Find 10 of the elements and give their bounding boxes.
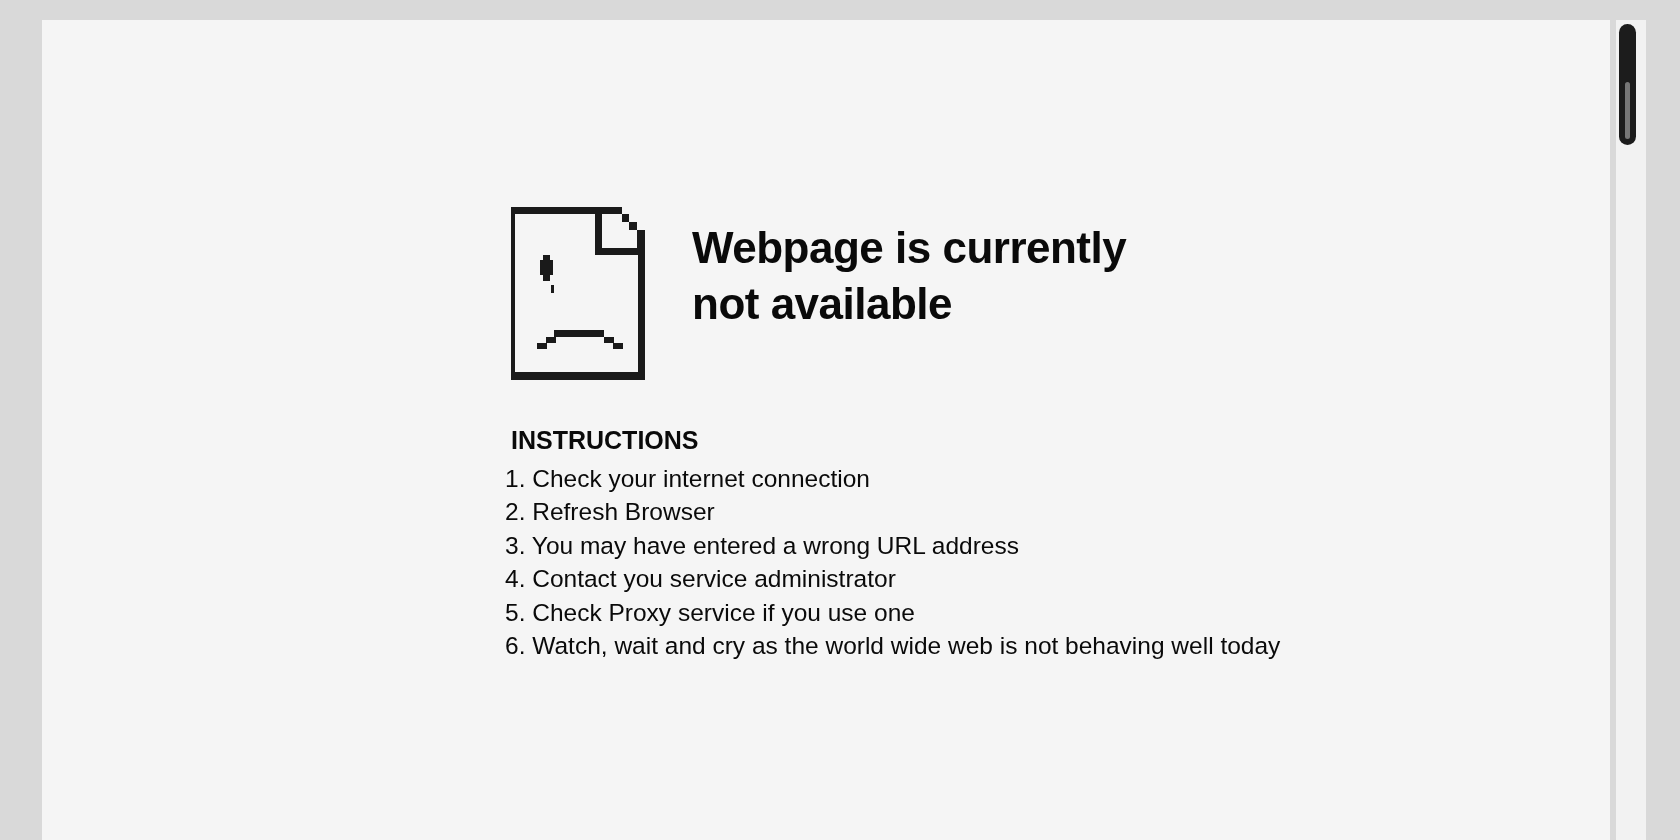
instructions-heading: INSTRUCTIONS [511,425,700,456]
instruction-item: 1. Check your internet connection [505,464,871,494]
sad-page-icon [510,206,647,382]
instruction-item: 4. Contact you service administrator [505,564,897,595]
instruction-item: 5. Check Proxy service if you use one [505,597,916,628]
instruction-item: 2. Refresh Browser [505,497,716,528]
error-title: Webpage is currently not available [692,222,1127,330]
instruction-item: 6. Watch, wait and cry as the world wide web is not behaving well today [505,631,1282,662]
scrollbar-thumb[interactable] [1619,24,1636,145]
instruction-item: 3. You may have entered a wrong URL address [505,530,1020,561]
